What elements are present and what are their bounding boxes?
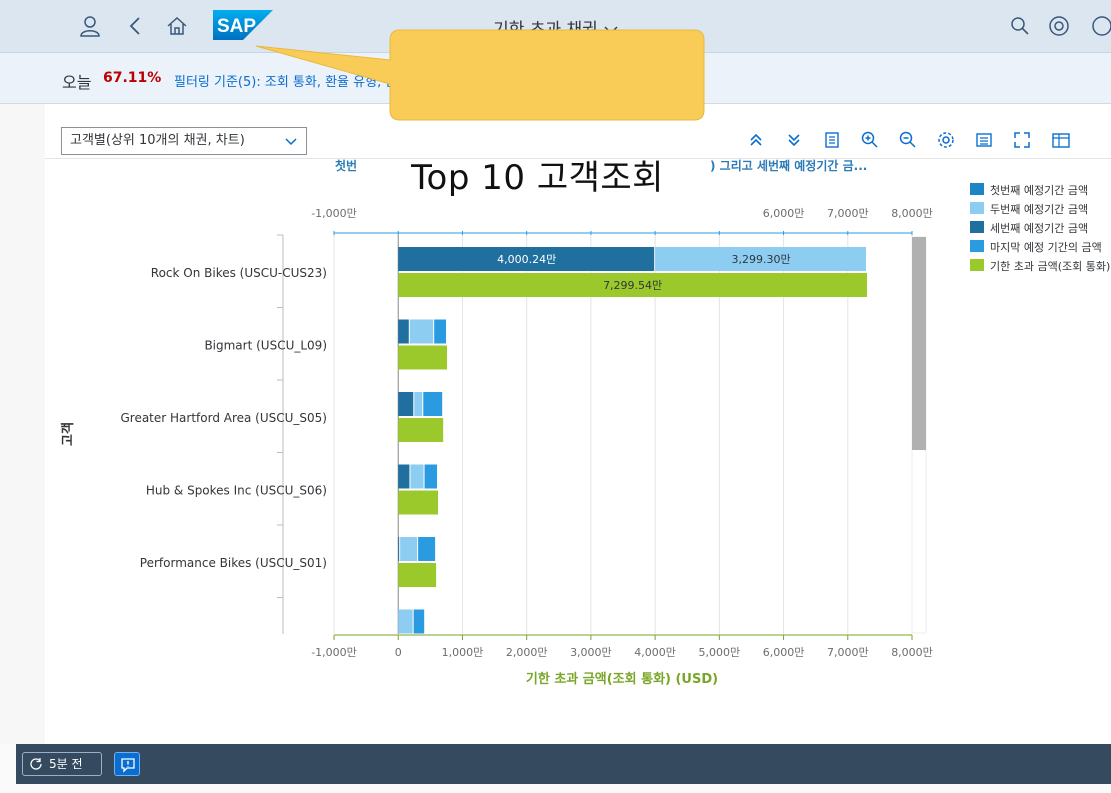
bar-segment	[398, 537, 400, 561]
annotation-callout-text: Top 10 고객조회	[411, 158, 664, 198]
bar-chart: -1,000만 0 1,000만 2,000만 3,000만 4,000만 5,000만 6,…	[60, 158, 933, 687]
legend-swatch	[970, 240, 984, 252]
x-tick-label: 5,000만	[699, 646, 741, 659]
category-label: Hub & Spokes Inc (USCU_S06)	[146, 484, 327, 498]
back-icon[interactable]	[124, 14, 148, 38]
refresh-icon	[30, 758, 42, 770]
legend-swatch	[970, 259, 984, 271]
footer-toolbar: 5분 전	[16, 744, 1111, 784]
x-tick-label: 7,000만	[827, 646, 869, 659]
x-tick-label: 0	[395, 646, 402, 659]
x-tick-label: 3,000만	[570, 646, 612, 659]
x-axis-title: 기한 초과 금액(조회 통화) (USD)	[526, 671, 718, 687]
notifications-icon[interactable]	[1090, 14, 1111, 38]
legend-label: 첫번째 예정기간 금액	[990, 184, 1089, 197]
x-tick-label: 1,000만	[442, 646, 484, 659]
legend-label: 세번째 예정기간 금액	[990, 222, 1089, 235]
data-label: 7,299.54만	[603, 279, 662, 292]
top-tick-label: 7,000만	[827, 207, 869, 220]
feedback-button[interactable]	[114, 752, 140, 776]
scrollbar-thumb	[912, 237, 926, 450]
category-label: Greater Hartford Area (USCU_S05)	[120, 411, 327, 425]
feedback-icon	[121, 758, 135, 773]
refresh-label: 5분 전	[49, 757, 83, 771]
legend-swatch	[970, 221, 984, 233]
refresh-button[interactable]: 5분 전	[22, 752, 102, 776]
legend-item[interactable]: 세번째 예정기간 금액	[970, 220, 1110, 236]
bar-segment	[398, 609, 413, 634]
top-tick-label: -1,000만	[311, 207, 357, 220]
data-label: 4,000.24만	[497, 253, 556, 266]
legend-item[interactable]: 첫번째 예정기간 금액	[970, 182, 1110, 198]
bar-segment	[434, 319, 447, 344]
bar-segment	[423, 392, 443, 416]
bar-segment	[409, 319, 434, 344]
bar-total	[398, 345, 448, 370]
x-tick-label: 6,000만	[763, 646, 805, 659]
bar-total	[398, 418, 444, 442]
data-label: 3,299.30만	[732, 253, 791, 266]
legend-swatch	[970, 202, 984, 214]
today-value: 67.11%	[103, 70, 162, 86]
y-axis-title: 고객	[60, 422, 76, 446]
chart-title-right: ) 그리고 세번째 예정기간 금...	[710, 158, 867, 173]
top-tick-label: 6,000만	[763, 207, 805, 220]
legend-label: 기한 초과 금액(조회 통화)	[990, 260, 1111, 273]
x-tick-label: 8,000만	[891, 646, 933, 659]
category-label: Rock On Bikes (USCU-CUS23)	[151, 266, 327, 280]
bar-segment	[400, 537, 418, 561]
legend-label: 두번째 예정기간 금액	[990, 203, 1089, 216]
today-label: 오늘	[62, 73, 92, 92]
x-tick-label: 2,000만	[506, 646, 548, 659]
home-icon[interactable]	[165, 14, 189, 38]
legend-item[interactable]: 기한 초과 금액(조회 통화)	[970, 258, 1110, 274]
bar-segment	[398, 392, 414, 416]
bar-segment	[424, 464, 438, 489]
annotation-callout	[250, 24, 730, 128]
footer: 5분 전	[0, 744, 1111, 793]
bar-segment	[418, 537, 436, 561]
bar-segment	[414, 392, 423, 416]
x-tick-label: -1,000만	[311, 646, 357, 659]
legend-label: 마지막 예정 기간의 금액	[990, 241, 1102, 254]
x-tick-label: 4,000만	[634, 646, 676, 659]
bar-segment	[413, 609, 425, 634]
chart-plot-area: -1,000만 0 1,000만 2,000만 3,000만 4,000만 5,000만 6,…	[120, 207, 932, 659]
category-label: Bigmart (USCU_L09)	[204, 339, 327, 353]
bar-segment	[398, 319, 409, 344]
copilot-icon[interactable]	[1047, 14, 1071, 38]
bar-segment	[410, 464, 424, 489]
bar-segment	[398, 464, 410, 489]
bar-total	[398, 490, 439, 515]
chart-title-left: 첫번	[335, 158, 357, 173]
top-tick-label: 8,000만	[891, 207, 933, 220]
search-icon[interactable]	[1008, 14, 1032, 38]
user-icon[interactable]	[78, 14, 102, 38]
legend-swatch	[970, 183, 984, 195]
legend-item[interactable]: 마지막 예정 기간의 금액	[970, 239, 1110, 255]
category-label: Performance Bikes (USCU_S01)	[140, 556, 327, 570]
legend-item[interactable]: 두번째 예정기간 금액	[970, 201, 1110, 217]
bar-total	[398, 563, 437, 587]
